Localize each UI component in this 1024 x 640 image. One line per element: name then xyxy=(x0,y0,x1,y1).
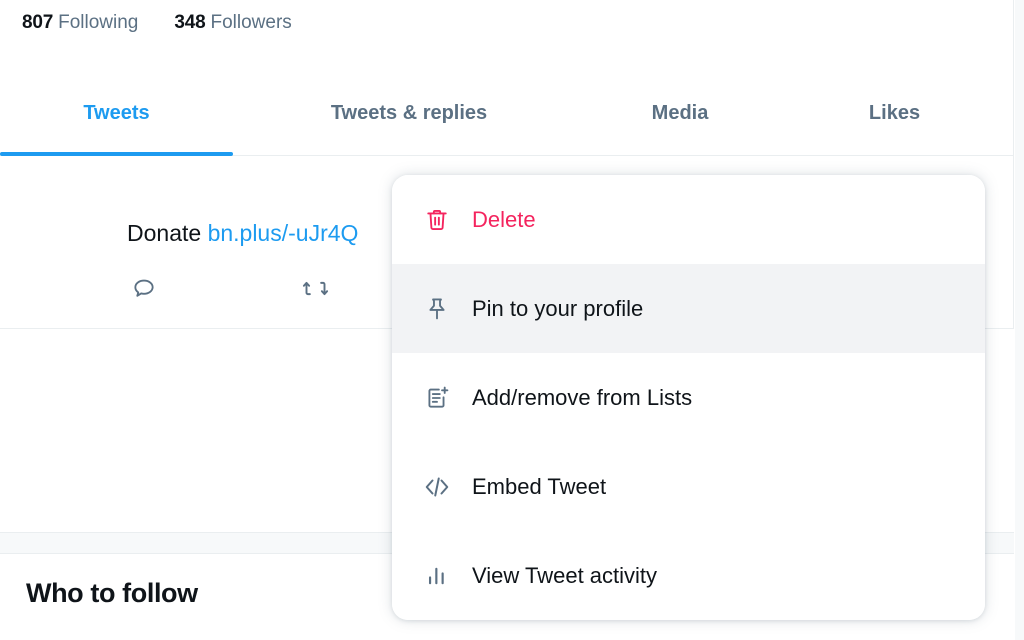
tweet-body-text: Donate xyxy=(127,220,208,246)
reply-button[interactable] xyxy=(127,275,161,307)
tweet-options-menu: Delete Pin to your profile Add/remove fr… xyxy=(392,175,985,620)
followers-stat[interactable]: 348 Followers xyxy=(174,8,291,38)
twitter-profile-screen: 807 Following 348 Followers Tweets Tweets … xyxy=(0,0,1024,640)
who-to-follow-title: Who to follow xyxy=(26,578,198,608)
menu-item-pin-to-profile-label: Pin to your profile xyxy=(472,295,644,321)
tab-likes[interactable]: Likes xyxy=(775,78,1014,155)
tab-tweets[interactable]: Tweets xyxy=(0,78,233,156)
tab-tweets-and-replies[interactable]: Tweets & replies xyxy=(233,78,585,155)
bar-chart-icon xyxy=(421,560,453,592)
menu-item-view-tweet-activity[interactable]: View Tweet activity xyxy=(392,531,985,620)
following-count: 807 xyxy=(22,12,54,33)
menu-item-add-remove-lists[interactable]: Add/remove from Lists xyxy=(392,353,985,442)
tab-tweets-label: Tweets xyxy=(83,102,150,124)
tweet-link[interactable]: bn.plus/-uJr4Q xyxy=(208,220,359,246)
tab-tweets-and-replies-label: Tweets & replies xyxy=(330,102,488,124)
menu-item-delete-label: Delete xyxy=(472,206,536,232)
code-icon xyxy=(421,471,453,503)
reply-icon xyxy=(131,276,157,307)
right-gutter xyxy=(1015,0,1024,640)
pin-icon xyxy=(421,293,453,325)
menu-item-add-remove-lists-label: Add/remove from Lists xyxy=(472,384,693,410)
menu-item-view-tweet-activity-label: View Tweet activity xyxy=(472,562,658,588)
following-label: Following xyxy=(58,12,139,33)
followers-label: Followers xyxy=(210,12,292,33)
menu-item-embed-tweet[interactable]: Embed Tweet xyxy=(392,442,985,531)
tab-likes-label: Likes xyxy=(868,102,921,124)
profile-tabs: Tweets Tweets & replies Media Likes xyxy=(0,78,1014,156)
tab-media-label: Media xyxy=(651,102,709,124)
following-stat[interactable]: 807 Following xyxy=(22,8,138,38)
retweet-icon xyxy=(302,275,329,307)
menu-item-embed-tweet-label: Embed Tweet xyxy=(472,473,607,499)
menu-item-pin-to-profile[interactable]: Pin to your profile xyxy=(392,264,985,353)
retweet-button[interactable] xyxy=(298,275,332,307)
tweet-text: Donate bn.plus/-uJr4Q xyxy=(127,219,358,247)
followers-count: 348 xyxy=(174,12,206,33)
tab-media[interactable]: Media xyxy=(585,78,775,155)
profile-stats: 807 Following 348 Followers xyxy=(22,8,292,38)
trash-icon xyxy=(421,204,453,236)
list-add-icon xyxy=(421,382,453,414)
menu-item-delete[interactable]: Delete xyxy=(392,175,985,264)
